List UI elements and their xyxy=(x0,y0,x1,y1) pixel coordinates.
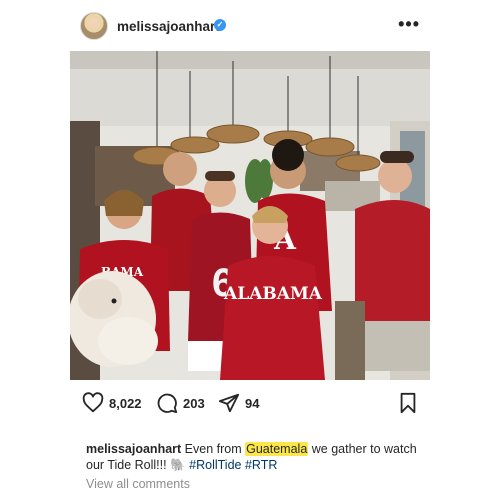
hashtag-rtr[interactable]: #RTR xyxy=(245,458,277,472)
verified-badge-icon: ✓ xyxy=(214,19,226,31)
post-caption: melissajoanhart Even from Guatemala we g… xyxy=(86,441,420,473)
post-header: melissajoanhart ✓ ••• xyxy=(80,10,420,44)
profile-avatar[interactable] xyxy=(80,12,108,40)
comment-action[interactable]: 203 xyxy=(156,392,205,414)
caption-text-before: Even from xyxy=(184,442,242,456)
heart-icon[interactable] xyxy=(82,392,104,414)
more-options-icon[interactable]: ••• xyxy=(398,14,420,35)
share-icon[interactable] xyxy=(218,392,240,414)
view-all-comments-link[interactable]: View all comments xyxy=(86,477,190,491)
caption-highlight: Guatemala xyxy=(245,442,309,456)
photo-shirt-alabama: ALABAMA xyxy=(223,284,323,304)
post-photo[interactable]: A 6 BAMA ALABAMA xyxy=(70,51,430,380)
share-action[interactable]: 94 xyxy=(218,392,259,414)
post-username[interactable]: melissajoanhart xyxy=(117,19,220,34)
comments-count: 203 xyxy=(183,395,205,411)
likes-count: 8,022 xyxy=(109,395,142,411)
like-action[interactable]: 8,022 xyxy=(82,392,142,414)
comment-icon[interactable] xyxy=(156,392,178,414)
save-action[interactable] xyxy=(398,392,418,414)
caption-username[interactable]: melissajoanhart xyxy=(86,442,181,456)
hashtag-rolltide[interactable]: #RollTide xyxy=(189,458,241,472)
shares-count: 94 xyxy=(245,395,260,411)
bookmark-icon[interactable] xyxy=(398,392,418,414)
elephant-icon: 🐘 xyxy=(170,458,186,472)
action-bar: 8,022 203 94 xyxy=(82,392,418,414)
family-photo-illustration: A 6 BAMA ALABAMA xyxy=(70,51,430,380)
